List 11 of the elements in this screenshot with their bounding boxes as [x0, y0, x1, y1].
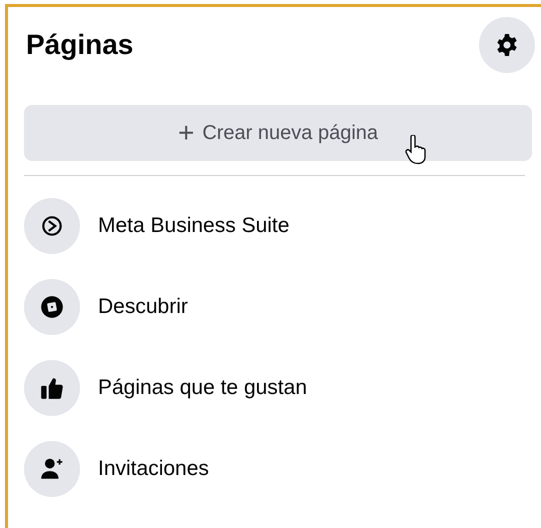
add-person-icon [39, 456, 65, 482]
compass-icon [39, 294, 65, 320]
menu-item[interactable]: Meta Business Suite [98, 210, 290, 242]
create-page-button[interactable]: + Crear nueva página [24, 105, 532, 161]
pointer-cursor-icon [405, 135, 427, 165]
settings-icon [495, 33, 519, 57]
menu-item[interactable]: Páginas que te gustan [98, 372, 307, 404]
page-title: Páginas [26, 28, 134, 62]
menu-item[interactable]: Invitaciones [98, 453, 209, 485]
menu-item[interactable]: Descubrir [98, 291, 188, 323]
plus-icon: + [178, 119, 194, 147]
